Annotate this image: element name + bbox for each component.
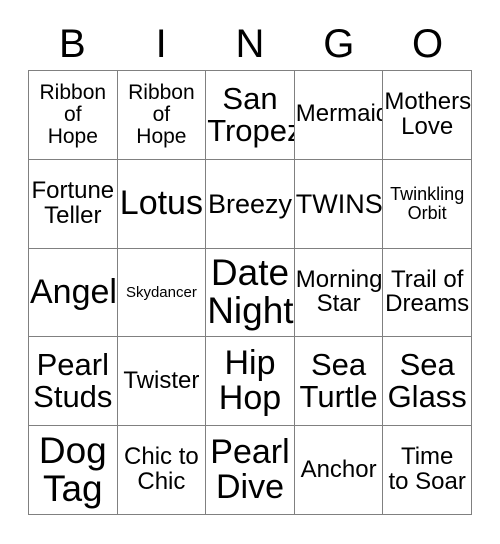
bingo-cell[interactable]: Sea Turtle <box>294 337 384 427</box>
bingo-header-letter-i: I <box>155 22 167 66</box>
bingo-cell[interactable]: Ribbon of Hope <box>117 71 207 160</box>
bingo-cell[interactable]: Trail of Dreams <box>383 248 472 338</box>
bingo-header-letter-b: B <box>59 22 86 66</box>
bingo-cell-label: Pearl Dive <box>210 432 290 507</box>
bingo-cell[interactable]: Anchor <box>294 426 384 515</box>
bingo-cell[interactable]: Date Night <box>206 248 295 338</box>
bingo-header-letter-g: G <box>323 22 355 66</box>
bingo-header-letter-n: N <box>235 22 265 66</box>
bingo-cell-label: Twister <box>123 366 200 394</box>
bingo-cell-label: Mermaid <box>295 100 384 128</box>
bingo-cell-label: Angel <box>30 272 117 311</box>
bingo-cell-label: Hip Hop <box>218 343 282 418</box>
bingo-cell-label: Sea Glass <box>387 347 467 415</box>
bingo-cell[interactable]: Sea Glass <box>383 337 472 427</box>
bingo-cell-label: Trail of Dreams <box>385 265 470 318</box>
bingo-cell-label: Dog Tag <box>38 429 107 510</box>
bingo-cell-label: Sea Turtle <box>299 347 378 415</box>
bingo-cell[interactable]: Hip Hop <box>206 337 295 427</box>
bingo-cell[interactable]: Chic to Chic <box>117 426 207 515</box>
bingo-cell[interactable]: Ribbon of Hope <box>29 71 118 160</box>
bingo-header-row: B I N G O <box>28 18 472 70</box>
bingo-header-letter-o: O <box>412 22 444 66</box>
bingo-cell-label: Time to Soar <box>388 443 466 496</box>
bingo-cell-label: Pearl Studs <box>33 347 113 415</box>
bingo-cell-label: Breezy <box>207 188 293 219</box>
bingo-cell[interactable]: Angel <box>29 248 118 338</box>
bingo-cell[interactable]: TWINS <box>294 159 384 249</box>
bingo-cell-label: Lotus <box>119 184 203 223</box>
bingo-cell-label: Anchor <box>300 455 377 483</box>
bingo-cell[interactable]: San Tropez <box>206 71 295 160</box>
bingo-cell[interactable]: Breezy <box>206 159 295 249</box>
bingo-cell[interactable]: Pearl Studs <box>29 337 118 427</box>
bingo-grid: Ribbon of Hope Ribbon of Hope San Tropez Me… <box>28 70 472 515</box>
bingo-cell-label: Mothers Love <box>384 87 472 140</box>
bingo-cell-label: Ribbon of Hope <box>128 81 195 148</box>
bingo-cell[interactable]: Time to Soar <box>383 426 472 515</box>
bingo-cell-label: Chic to Chic <box>124 443 199 496</box>
bingo-cell-label: San Tropez <box>207 80 295 148</box>
bingo-cell[interactable]: Skydancer <box>117 248 207 338</box>
bingo-cell-label: Morning Star <box>295 265 383 318</box>
bingo-cell[interactable]: Mermaid <box>294 71 384 160</box>
bingo-cell-label: Date Night <box>207 252 294 332</box>
bingo-cell-label: Skydancer <box>125 283 197 301</box>
bingo-card: B I N G O Ribbon of Hope Ribbon of Hope Sa… <box>0 0 500 544</box>
bingo-cell[interactable]: Morning Star <box>294 248 384 338</box>
bingo-cell-label: Ribbon of Hope <box>39 81 107 148</box>
bingo-cell[interactable]: Dog Tag <box>29 426 118 515</box>
bingo-cell-label: TWINS <box>295 188 383 219</box>
bingo-cell[interactable]: Mothers Love <box>383 71 472 160</box>
bingo-cell[interactable]: Twinkling Orbit <box>383 159 472 249</box>
bingo-cell[interactable]: Lotus <box>117 159 207 249</box>
bingo-cell-label: Twinkling Orbit <box>390 183 465 223</box>
bingo-cell[interactable]: Twister <box>117 337 207 427</box>
bingo-cell[interactable]: Fortune Teller <box>29 159 118 249</box>
bingo-cell-label: Fortune Teller <box>31 176 115 229</box>
bingo-cell[interactable]: Pearl Dive <box>206 426 295 515</box>
